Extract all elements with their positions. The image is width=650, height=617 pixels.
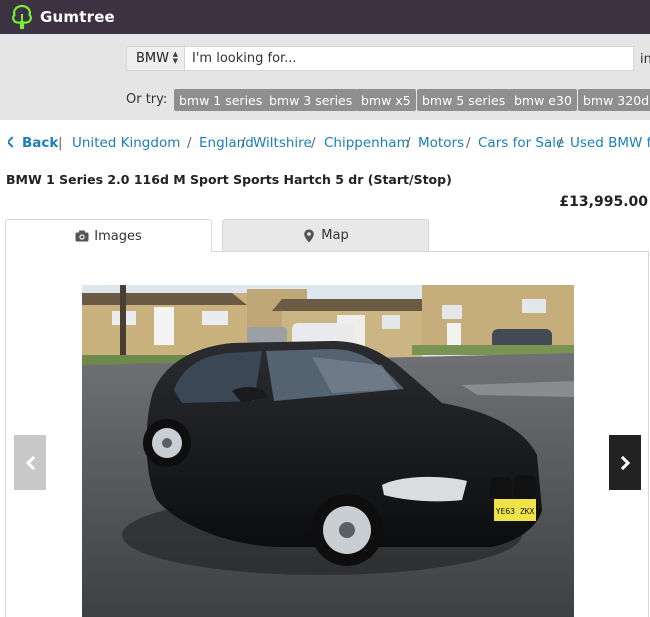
breadcrumb-separator: / (311, 135, 316, 151)
suggestion-chip[interactable]: bmw 5 series (417, 89, 511, 111)
category-select[interactable]: BMW ▲ ▼ (126, 46, 184, 71)
breadcrumb: Back | United Kingdom / England / Wiltsh… (8, 135, 650, 155)
tab-map-label: Map (321, 228, 349, 243)
tab-images[interactable]: Images (5, 219, 212, 252)
chevron-left-icon (25, 455, 40, 470)
breadcrumb-separator: / (558, 135, 563, 151)
breadcrumb-separator: / (406, 135, 411, 151)
select-arrows-icon: ▲ ▼ (172, 50, 178, 65)
camera-icon (75, 230, 89, 242)
brand-logo[interactable]: Gumtree (10, 2, 115, 32)
suggestion-chip[interactable]: bmw e30 (509, 89, 577, 111)
brand-name: Gumtree (40, 8, 115, 26)
listing-photo[interactable]: YE63 ZKX (82, 285, 574, 617)
listing-price: £13,995.00 (559, 194, 648, 210)
map-pin-icon (304, 229, 315, 242)
breadcrumb-separator: | (58, 135, 63, 151)
top-bar: Gumtree (0, 0, 650, 34)
tree-logo-icon (12, 4, 32, 30)
back-label: Back (22, 135, 59, 151)
breadcrumb-item[interactable]: Cars for Sale (478, 135, 564, 151)
back-link[interactable]: Back (8, 135, 58, 151)
breadcrumb-item[interactable]: Chippenham (324, 135, 410, 151)
suggestion-chip[interactable]: bmw 1 series (174, 89, 268, 111)
tab-map[interactable]: Map (222, 219, 429, 251)
category-select-value: BMW (136, 51, 169, 66)
search-input[interactable] (184, 46, 634, 71)
or-try-label: Or try: (126, 92, 168, 107)
breadcrumb-item[interactable]: United Kingdom (72, 135, 180, 151)
breadcrumb-separator: / (241, 135, 246, 151)
gallery-prev-button[interactable] (14, 435, 46, 490)
breadcrumb-separator: / (187, 135, 192, 151)
location-label: in (640, 52, 650, 67)
gallery-next-button[interactable] (609, 435, 641, 490)
listing-title: BMW 1 Series 2.0 116d M Sport Sports Har… (6, 172, 452, 187)
chevron-left-icon (8, 136, 18, 148)
search-band: BMW ▲▼ in Or try: bmw 1 series bmw 3 ser… (0, 34, 650, 120)
chevron-right-icon (615, 455, 630, 470)
breadcrumb-separator: / (466, 135, 471, 151)
suggestion-chip[interactable]: bmw x5 (356, 89, 416, 111)
suggestion-chip[interactable]: bmw 3 series (264, 89, 358, 111)
suggestion-chip[interactable]: bmw 320d (578, 89, 650, 111)
image-gallery: YE63 ZKX (5, 251, 649, 617)
tab-images-label: Images (94, 228, 142, 244)
breadcrumb-item[interactable]: Used BMW for (570, 135, 650, 151)
breadcrumb-item[interactable]: Wiltshire (253, 135, 312, 151)
breadcrumb-item[interactable]: Motors (418, 135, 464, 151)
plate-text: YE63 ZKX (496, 507, 535, 516)
